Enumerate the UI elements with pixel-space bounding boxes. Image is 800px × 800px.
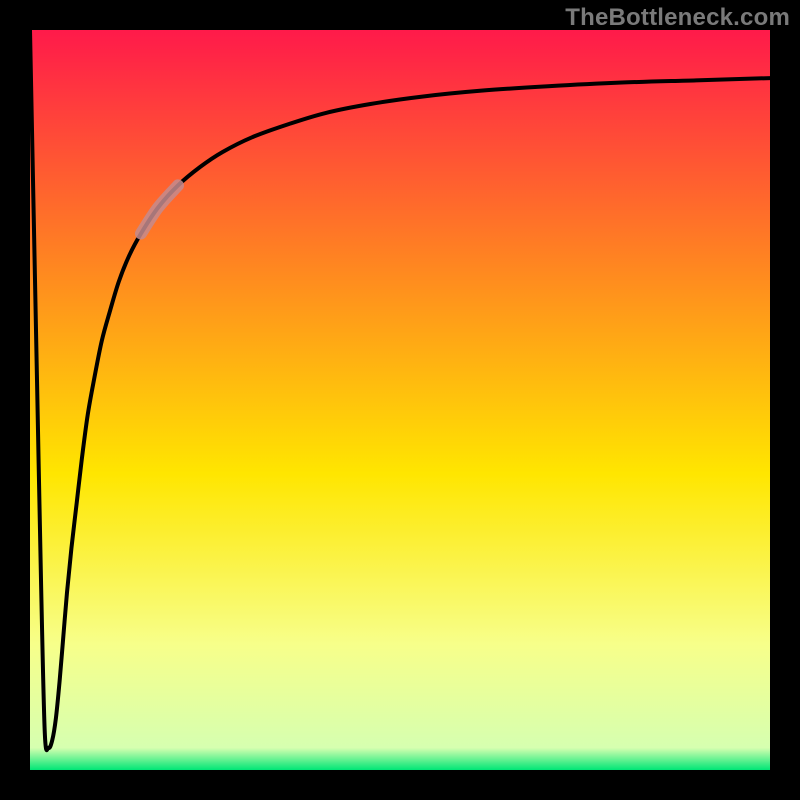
chart-svg	[30, 30, 770, 770]
gradient-background	[30, 30, 770, 770]
plot-area	[30, 30, 770, 770]
chart-frame: TheBottleneck.com	[0, 0, 800, 800]
watermark-text: TheBottleneck.com	[565, 4, 790, 32]
